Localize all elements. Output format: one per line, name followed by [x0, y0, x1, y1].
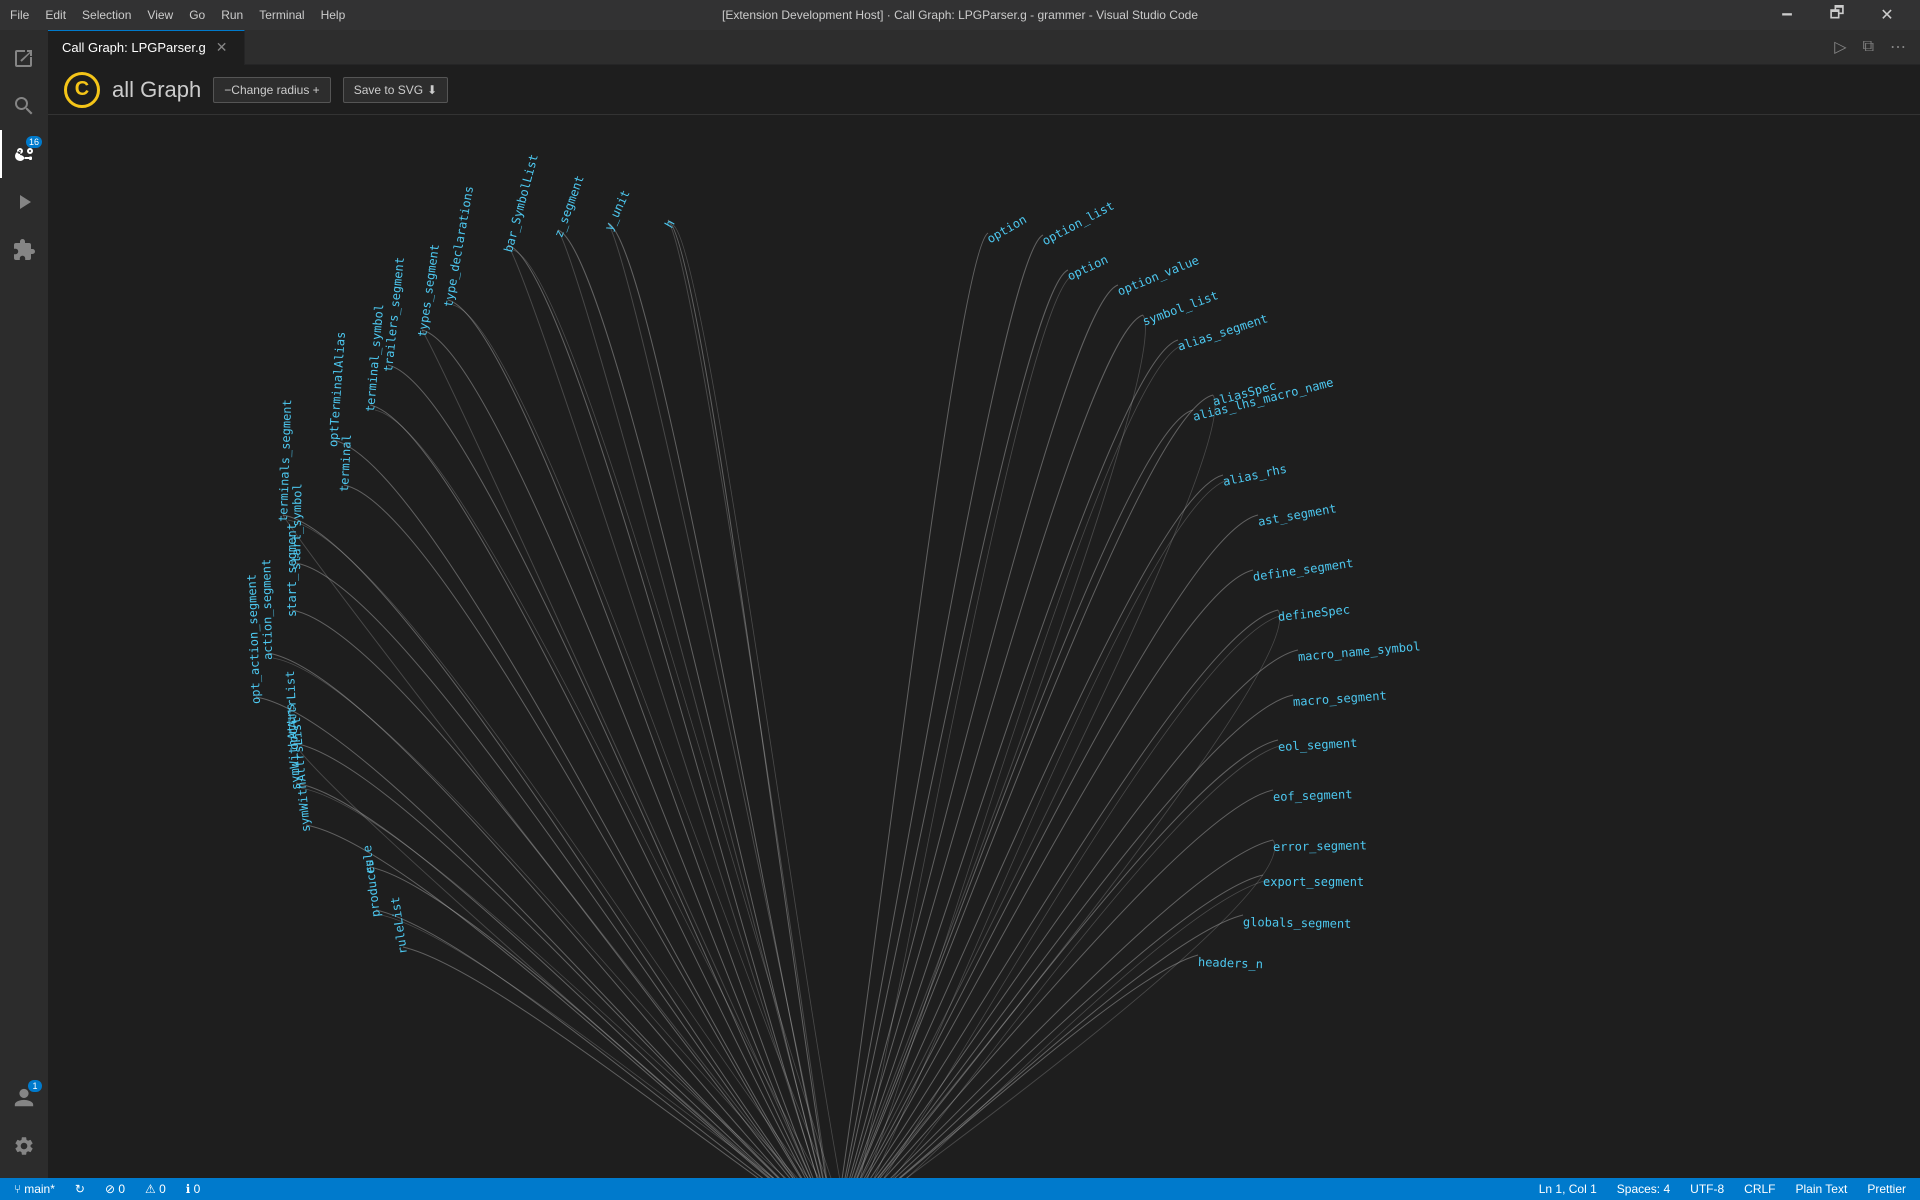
sidebar-item-extensions[interactable]: [0, 226, 48, 274]
formatter-status[interactable]: Prettier: [1863, 1182, 1910, 1196]
account-icon[interactable]: 1: [0, 1074, 48, 1122]
title-bar: File Edit Selection View Go Run Terminal…: [0, 0, 1920, 30]
sidebar-item-source-control[interactable]: 16: [0, 130, 48, 178]
line-col-label: Ln 1, Col 1: [1539, 1182, 1597, 1196]
errors-status[interactable]: ⊘ 0: [101, 1182, 129, 1196]
menu-view[interactable]: View: [147, 8, 173, 22]
save-svg-button[interactable]: Save to SVG ⬇: [343, 77, 448, 103]
sidebar-item-search[interactable]: [0, 82, 48, 130]
eol-label: CRLF: [1744, 1182, 1775, 1196]
encoding-label: UTF-8: [1690, 1182, 1724, 1196]
sync-status[interactable]: ↻: [71, 1182, 89, 1196]
change-radius-button[interactable]: −Change radius +: [213, 77, 330, 103]
window-title: [Extension Development Host] · Call Grap…: [722, 8, 1198, 22]
branch-icon: ⑂: [14, 1182, 21, 1196]
account-badge: 1: [28, 1080, 42, 1092]
branch-status[interactable]: ⑂ main*: [10, 1182, 59, 1196]
language-status[interactable]: Plain Text: [1792, 1182, 1852, 1196]
source-control-badge: 16: [26, 136, 42, 148]
activity-bar-bottom: 1: [0, 1074, 48, 1178]
encoding-status[interactable]: UTF-8: [1686, 1182, 1728, 1196]
formatter-label: Prettier: [1867, 1182, 1906, 1196]
close-button[interactable]: ✕: [1864, 0, 1910, 30]
window-controls[interactable]: 🗕 🗗 ✕: [1764, 0, 1910, 30]
menu-help[interactable]: Help: [321, 8, 346, 22]
run-action-button[interactable]: ▷: [1828, 33, 1852, 61]
menu-run[interactable]: Run: [221, 8, 243, 22]
tab-call-graph[interactable]: Call Graph: LPGParser.g ✕: [48, 30, 245, 65]
maximize-button[interactable]: 🗗: [1814, 0, 1860, 30]
menu-edit[interactable]: Edit: [45, 8, 66, 22]
sidebar-item-run[interactable]: [0, 178, 48, 226]
info-status[interactable]: ℹ 0: [182, 1182, 205, 1196]
tab-label: Call Graph: LPGParser.g: [62, 40, 206, 55]
settings-icon[interactable]: [0, 1122, 48, 1170]
sidebar-item-explorer[interactable]: [0, 34, 48, 82]
app-logo: C: [64, 72, 100, 108]
menu-terminal[interactable]: Terminal: [259, 8, 304, 22]
save-svg-label: Save to SVG: [354, 83, 423, 97]
activity-bar: 16 1: [0, 30, 48, 1178]
sync-icon: ↻: [75, 1182, 85, 1196]
menu-file[interactable]: File: [10, 8, 29, 22]
toolbar: C all Graph −Change radius + Save to SVG…: [48, 65, 1920, 115]
editor-area: Call Graph: LPGParser.g ✕ ▷ ⧉ ⋯ C all Gr…: [48, 30, 1920, 1178]
menu-go[interactable]: Go: [189, 8, 205, 22]
minimize-button[interactable]: 🗕: [1764, 0, 1810, 30]
errors-label: ⊘ 0: [105, 1182, 125, 1196]
status-bar: ⑂ main* ↻ ⊘ 0 ⚠ 0 ℹ 0 Ln 1, Col 1 Spaces…: [0, 1178, 1920, 1200]
tab-close-button[interactable]: ✕: [214, 38, 230, 57]
info-label: ℹ 0: [186, 1182, 201, 1196]
status-bar-right: Ln 1, Col 1 Spaces: 4 UTF-8 CRLF Plain T…: [1535, 1182, 1910, 1196]
warnings-label: ⚠ 0: [145, 1182, 166, 1196]
more-actions-button[interactable]: ⋯: [1884, 33, 1912, 61]
app-title: all Graph: [112, 77, 201, 103]
spaces-status[interactable]: Spaces: 4: [1613, 1182, 1674, 1196]
line-col-status[interactable]: Ln 1, Col 1: [1535, 1182, 1601, 1196]
tab-bar: Call Graph: LPGParser.g ✕ ▷ ⧉ ⋯: [48, 30, 1920, 65]
language-label: Plain Text: [1796, 1182, 1848, 1196]
eol-status[interactable]: CRLF: [1740, 1182, 1779, 1196]
split-editor-button[interactable]: ⧉: [1857, 34, 1880, 60]
spaces-label: Spaces: 4: [1617, 1182, 1670, 1196]
tab-actions: ▷ ⧉ ⋯: [1828, 33, 1920, 61]
graph-canvas[interactable]: bar_SymbolListz_segmenty_unithoptionopti…: [48, 115, 1920, 1178]
warnings-status[interactable]: ⚠ 0: [141, 1182, 170, 1196]
menu-bar[interactable]: File Edit Selection View Go Run Terminal…: [10, 8, 345, 22]
graph-svg: [48, 115, 1920, 1178]
download-icon: ⬇: [427, 83, 437, 97]
main-area: 16 1: [0, 30, 1920, 1178]
branch-name: main*: [24, 1182, 55, 1196]
menu-selection[interactable]: Selection: [82, 8, 131, 22]
